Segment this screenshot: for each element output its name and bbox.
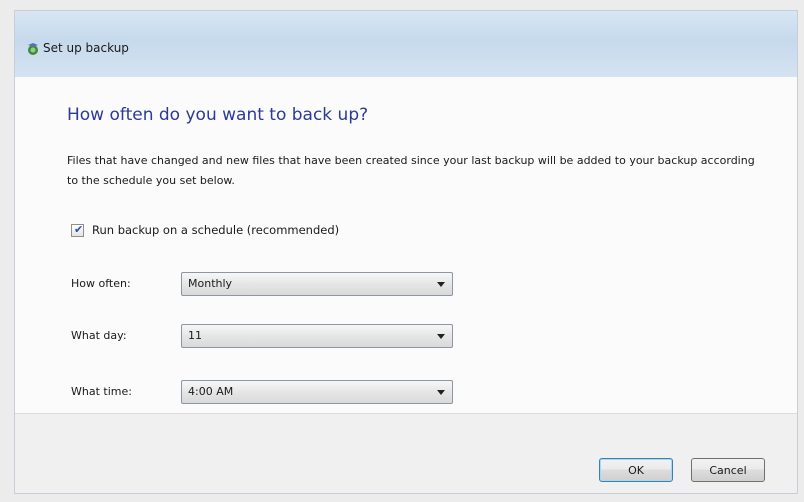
ok-button[interactable]: OK <box>599 458 673 482</box>
chevron-down-icon <box>437 282 445 287</box>
checkmark-icon: ✔ <box>74 222 84 236</box>
how-often-value: Monthly <box>188 277 233 290</box>
schedule-checkbox[interactable]: ✔ <box>71 222 84 237</box>
what-time-label: What time: <box>71 385 132 398</box>
what-time-select[interactable]: 4:00 AM <box>181 380 453 404</box>
title-bar[interactable]: Set up backup <box>15 11 797 77</box>
backup-icon <box>25 41 41 57</box>
window-title: Set up backup <box>43 41 129 55</box>
what-day-value: 11 <box>188 329 202 342</box>
schedule-checkbox-row[interactable]: ✔ Run backup on a schedule (recommended) <box>71 221 339 239</box>
how-often-label: How often: <box>71 277 131 290</box>
what-time-value: 4:00 AM <box>188 385 234 398</box>
what-day-label: What day: <box>71 329 127 342</box>
schedule-checkbox-label[interactable]: Run backup on a schedule (recommended) <box>92 223 339 237</box>
chevron-down-icon <box>437 390 445 395</box>
description-text: Files that have changed and new files th… <box>67 154 755 187</box>
page: Set up backup How often do you want to b… <box>0 0 804 502</box>
dialog-footer: OK Cancel <box>15 413 797 493</box>
what-day-select[interactable]: 11 <box>181 324 453 348</box>
chevron-down-icon <box>437 334 445 339</box>
dialog-content: How often do you want to back up? Files … <box>15 77 797 413</box>
page-heading: How often do you want to back up? <box>67 105 369 125</box>
backup-dialog: Set up backup How often do you want to b… <box>14 10 798 494</box>
cancel-button[interactable]: Cancel <box>691 458 765 482</box>
how-often-select[interactable]: Monthly <box>181 272 453 296</box>
